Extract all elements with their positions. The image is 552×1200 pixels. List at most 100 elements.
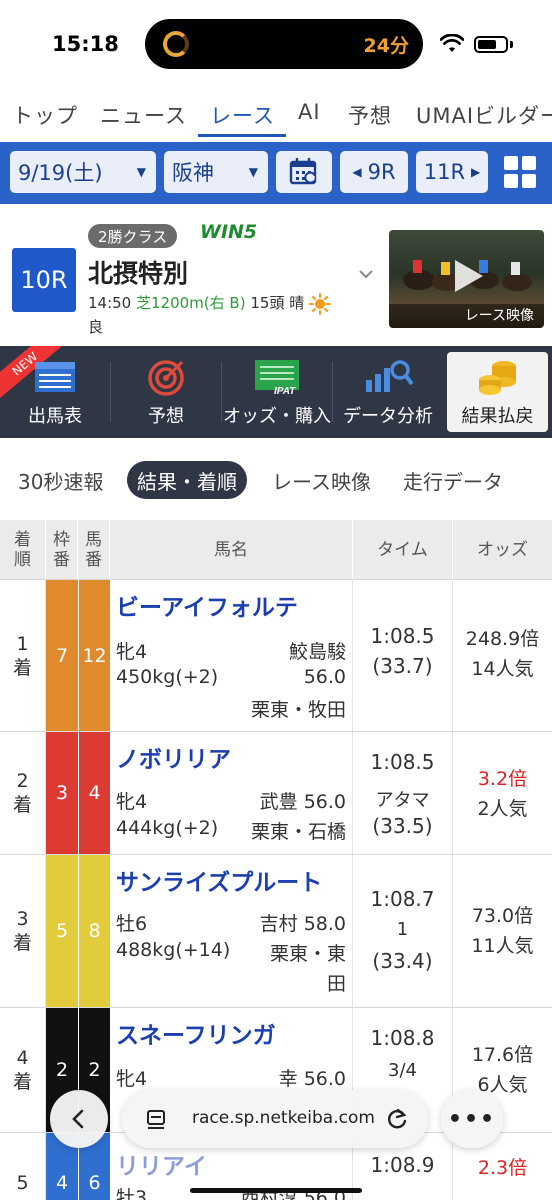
table-row[interactable]: 3着 5 8 サンライズプルート 牡6 吉村 58.0 488kg(+14) 栗… [0, 854, 552, 1007]
nav-active-underline [198, 134, 286, 137]
jockey-link[interactable]: 鮫島駿 [289, 637, 346, 664]
status-time: 15:18 [52, 32, 119, 56]
rank-number: 2 [16, 770, 29, 792]
back-button[interactable] [50, 1090, 108, 1148]
race-info: 14:50 芝1200m(右 B) 15頭 晴 良 [88, 291, 358, 339]
waku-number: 7 [46, 580, 78, 731]
nav-race[interactable]: レース [210, 100, 275, 130]
table-row[interactable]: 2着 3 4 ノボリリア 牝4 武豊 56.0 444kg(+2) 栗東・石橋 … [0, 731, 552, 854]
tab-data-analysis[interactable]: データ分析 [333, 346, 443, 438]
tab-label: データ分析 [343, 406, 433, 427]
horse-cell: ビーアイフォルテ 牝4 鮫島駿 450kg(+2) 56.0 栗東・牧田 [110, 580, 353, 731]
next-race-label: 11R [423, 160, 466, 184]
header-horse: 馬名 [110, 520, 353, 579]
body-weight: 444kg(+2) [116, 817, 219, 839]
calendar-button[interactable] [276, 151, 332, 193]
win-odds: 248.9倍 [465, 628, 540, 650]
url-text: race.sp.netkeiba.com [192, 1108, 375, 1128]
ellipsis-icon: ••• [447, 1106, 497, 1132]
prev-triangle-icon: ◀ [352, 165, 362, 179]
header-waku: 枠番 [46, 520, 78, 579]
horse-name-link[interactable]: ノボリリア [116, 740, 231, 774]
result-sub-tabs: 30秒速報 結果・着順 レース映像 走行データ [0, 456, 552, 504]
tab-result-payout[interactable]: 結果払戻 [447, 352, 548, 432]
chevron-down-icon[interactable] [358, 266, 374, 282]
reload-icon[interactable] [384, 1106, 410, 1132]
race-number-badge: 10R [12, 248, 76, 312]
nav-news[interactable]: ニュース [100, 100, 187, 130]
time-cell: 1:08.5 アタマ (33.5) [353, 732, 453, 854]
table-row[interactable]: 1着 7 12 ビーアイフォルテ 牝4 鮫島駿 450kg(+2) 56.0 栗… [0, 579, 552, 731]
nav-yoso[interactable]: 予想 [348, 100, 392, 130]
rank-suffix: 着 [12, 794, 32, 816]
tabs-icon[interactable] [144, 1107, 168, 1131]
horse-number: 8 [79, 855, 110, 1007]
sub-tab-result[interactable]: 結果・着順 [127, 461, 247, 499]
rank-cell: 1着 [0, 580, 46, 731]
trainer-link[interactable]: 栗東・石橋 [251, 817, 346, 844]
weight-carried: 58.0 [303, 913, 346, 935]
header-odds: オッズ [453, 520, 552, 579]
finish-time: 1:08.5 [370, 624, 435, 648]
sex-age: 牡6 [116, 913, 148, 935]
trainer-link[interactable]: 栗東・東田 [262, 939, 346, 999]
venue-select[interactable]: 阪神 ▼ [164, 151, 268, 193]
venue-value: 阪神 [172, 161, 214, 185]
margin: 1 [396, 919, 409, 940]
odds-cell: 73.0倍 11人気 [453, 855, 552, 1007]
prev-race-button[interactable]: ◀ 9R [340, 151, 408, 193]
race-video-thumbnail[interactable]: レース映像 [389, 230, 544, 328]
ipat-icon: IPAT [255, 360, 299, 396]
nav-ai[interactable]: AI [298, 100, 321, 124]
race-header: 10R 2勝クラス WIN5 北摂特別 14:50 芝1200m(右 B) 15… [0, 204, 552, 346]
chevron-left-icon [72, 1109, 84, 1129]
horse-name-link[interactable]: サンライズプルート [116, 863, 322, 897]
race-course: 芝1200m(右 B) [136, 294, 246, 312]
rank-cell: 2着 [0, 732, 46, 854]
tab-yoso[interactable]: 予想 [111, 346, 221, 438]
tab-odds-purchase[interactable]: IPAT オッズ・購入 [222, 346, 332, 438]
sub-tab-run-data[interactable]: 走行データ [403, 461, 503, 499]
trainer-link[interactable]: 栗東・牧田 [251, 695, 346, 722]
sex-age: 牝4 [116, 791, 148, 813]
jockey-link[interactable]: 吉村 [260, 913, 298, 935]
odds-cell: 3.2倍 2人気 [453, 732, 552, 854]
horse-number: 12 [79, 580, 110, 731]
jockey-weight: 武豊 56.0 [260, 787, 346, 814]
tab-shutsuba[interactable]: NEW 出馬表 [0, 346, 110, 438]
tab-label: 出馬表 [28, 406, 82, 427]
win5-logo: WIN5 [200, 221, 258, 243]
horse-name-link[interactable]: ビーアイフォルテ [116, 588, 298, 622]
sub-tab-video[interactable]: レース映像 [272, 461, 371, 499]
target-icon [148, 360, 184, 396]
grid-menu-icon[interactable] [496, 151, 544, 193]
sunny-icon [309, 292, 331, 315]
video-label: レース映像 [389, 304, 544, 328]
chart-magnifier-icon [366, 360, 414, 392]
popularity: 11人気 [471, 935, 534, 957]
sub-tab-30sec[interactable]: 30秒速報 [18, 461, 103, 499]
race-name: 北摂特別 [88, 259, 189, 288]
dropdown-triangle-icon: ▼ [136, 165, 146, 179]
battery-icon [474, 36, 508, 53]
coins-icon [478, 361, 516, 395]
date-select[interactable]: 9/19(土) ▼ [10, 151, 156, 193]
rank-suffix: 着 [12, 656, 32, 679]
header-umaban: 馬番 [78, 520, 110, 579]
horse-cell: サンライズプルート 牡6 吉村 58.0 488kg(+14) 栗東・東田 [110, 855, 353, 1007]
race-start-time: 14:50 [88, 294, 132, 312]
nav-top[interactable]: トップ [12, 100, 78, 130]
jockey-link[interactable]: 武豊 [260, 791, 298, 813]
next-race-button[interactable]: 11R ▶ [416, 151, 488, 193]
horse-cell: ノボリリア 牝4 武豊 56.0 444kg(+2) 栗東・石橋 [110, 732, 353, 854]
next-triangle-icon: ▶ [471, 165, 481, 179]
nav-umai-builder[interactable]: UMAIビルダー [416, 100, 552, 130]
timer-ring-icon [163, 31, 189, 57]
island-timer-text: 24分 [363, 35, 409, 57]
address-bar[interactable]: race.sp.netkeiba.com [122, 1090, 428, 1148]
more-options-button[interactable]: ••• [441, 1090, 503, 1148]
waku-number: 3 [46, 732, 78, 854]
track-condition: 良 [88, 318, 104, 336]
horse-name-link[interactable]: スネーフリンガ [116, 1016, 276, 1050]
body-weight: 488kg(+14) [116, 939, 231, 961]
